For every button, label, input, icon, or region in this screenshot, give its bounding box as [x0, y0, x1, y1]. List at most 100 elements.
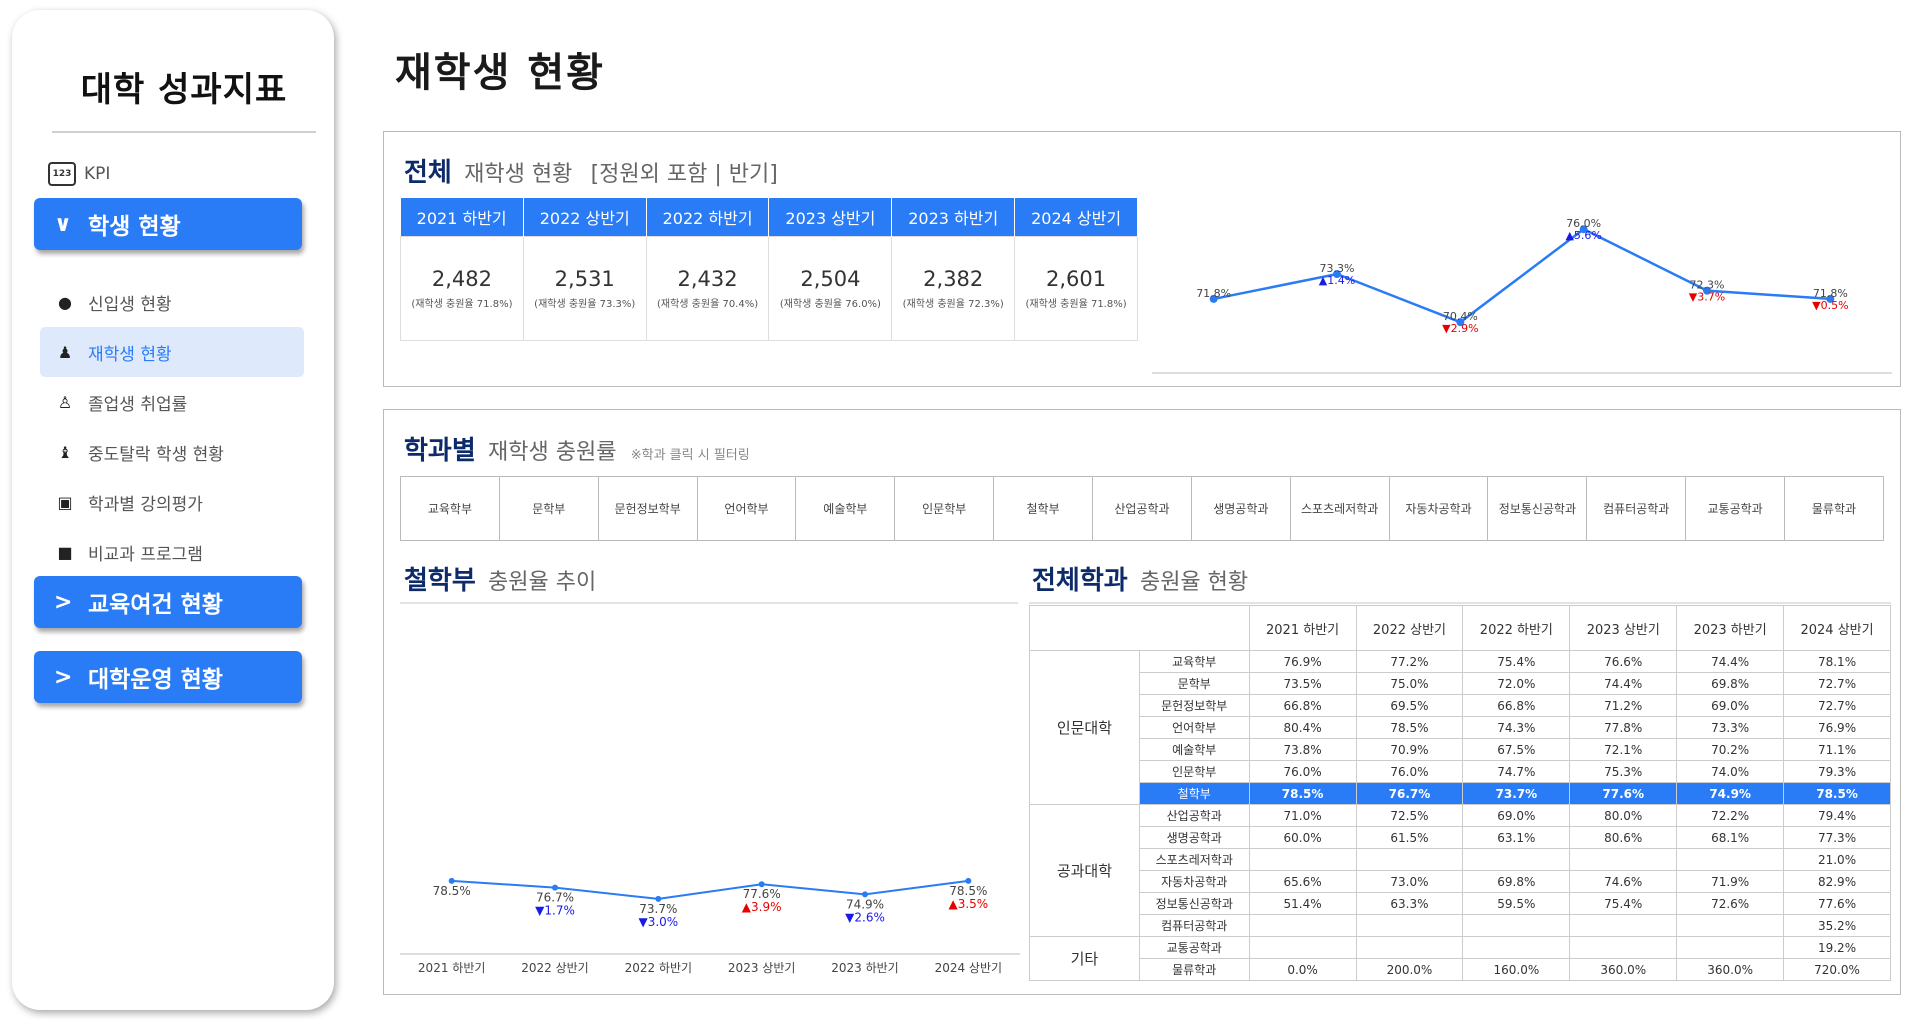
rate-cell: 72.7%: [1783, 694, 1891, 717]
rate-cell: 71.0%: [1248, 804, 1357, 827]
dept-filter-item[interactable]: 언어학부: [698, 477, 797, 540]
dept-filter-item[interactable]: 정보통신공학과: [1488, 477, 1588, 540]
dept-filter-item[interactable]: 산업공학과: [1093, 477, 1192, 540]
person-tie-icon: ♙: [57, 392, 73, 412]
title-rest: 재학생 현황: [464, 162, 573, 187]
rate-cell: 51.4%: [1248, 892, 1357, 915]
sidebar-item-lecture-eval[interactable]: ▣ 학과별 강의평가: [40, 477, 304, 527]
title-rest: 충원율 현황: [1139, 570, 1249, 595]
rate-cell: 21.0%: [1783, 848, 1891, 871]
table-row: 스포츠레저학과 21.0%: [1030, 848, 1891, 871]
dept-filter-item[interactable]: 인문학부: [895, 477, 995, 540]
rate-note: (재학생 충원율 70.4%): [657, 298, 759, 310]
rate-cell: 71.2%: [1569, 694, 1678, 717]
dept-cell: 교통공학과: [1138, 936, 1250, 959]
change-label: ▲3.5%: [948, 897, 988, 911]
rate-cell: 75.0%: [1355, 672, 1464, 695]
rate-cell: 61.5%: [1355, 826, 1464, 849]
sidebar-item-freshmen[interactable]: ● 신입생 현황: [40, 277, 304, 327]
rate-cell: 69.0%: [1462, 804, 1571, 827]
student-count: 2,382: [923, 266, 984, 291]
sidebar-item-enrolled[interactable]: ♟ 재학생 현황: [40, 327, 304, 377]
change-label: ▼0.5%: [1812, 299, 1848, 312]
data-label: 76.7%: [536, 891, 574, 905]
dept-filter-item[interactable]: 예술학부: [796, 477, 896, 540]
x-tick-label: 2023 하반기: [1673, 381, 1740, 382]
rate-cell: 35.2%: [1783, 914, 1891, 937]
rate-cell: 68.1%: [1676, 826, 1785, 849]
title-rest: 재학생 충원률: [488, 440, 617, 465]
sidebar-item-dropout[interactable]: ♝ 중도탈락 학생 현황: [40, 427, 304, 477]
rate-cell: 73.8%: [1248, 738, 1357, 761]
rate-cell: 72.6%: [1676, 892, 1785, 915]
period-header: 2024 상반기: [1014, 198, 1138, 236]
rate-cell: [1569, 936, 1678, 959]
sidebar-item-label: 재학생 현황: [88, 344, 172, 365]
college-cell: 기타: [1029, 936, 1140, 981]
rate-cell: [1248, 914, 1357, 937]
table-row: 공과대학 산업공학과 71.0% 72.5% 69.0% 80.0% 72.2% 79.4%: [1029, 804, 1891, 937]
dept-cell: 철학부: [1138, 782, 1250, 805]
rate-cell: 66.8%: [1248, 694, 1357, 717]
change-label: ▲3.9%: [742, 900, 782, 914]
period-header: 2022 상반기: [1355, 605, 1464, 651]
student-count: 2,504: [800, 266, 861, 291]
x-tick-label: 2022 하반기: [1427, 381, 1494, 382]
rate-cell: 360.0%: [1676, 958, 1785, 981]
rate-cell: 77.8%: [1569, 716, 1678, 739]
student-count: 2,531: [554, 266, 615, 291]
dept-filter-item[interactable]: 문학부: [500, 477, 599, 540]
table-row: 정보통신공학과 51.4% 63.3% 59.5% 75.4% 72.6% 77.6%: [1030, 892, 1891, 915]
rate-cell: 80.6%: [1569, 826, 1678, 849]
overview-panel: 전체 재학생 현황 [정원외 포함 | 반기] 2021 하반기 2022 상반…: [383, 131, 1901, 387]
sidebar-item-employment[interactable]: ♙ 졸업생 취업률: [40, 377, 304, 427]
dept-filter-item[interactable]: 자동차공학과: [1390, 477, 1489, 540]
menu-label: 학생 현황: [88, 214, 181, 240]
rate-cell: [1355, 848, 1464, 871]
rate-cell: 75.3%: [1569, 760, 1678, 783]
student-count: 2,482: [431, 266, 492, 291]
student-count: 2,432: [677, 266, 738, 291]
dept-trend-chart: 78.5% 2021 하반기 76.7%▼1.7% 2022 상반기 73.7%▼3.0…: [400, 877, 1020, 975]
kpi-link[interactable]: 123 KPI: [48, 162, 110, 186]
rate-cell: [1462, 936, 1571, 959]
period-header: 2023 상반기: [768, 198, 893, 236]
change-label: ▼3.7%: [1689, 291, 1725, 304]
dept-filter-item[interactable]: 철학부: [994, 477, 1094, 540]
rate-cell: 75.4%: [1569, 892, 1678, 915]
x-tick-label: 2022 상반기: [1303, 381, 1370, 382]
dept-cell: 언어학부: [1138, 716, 1250, 739]
rate-cell: 69.0%: [1676, 694, 1785, 717]
rate-cell: 74.3%: [1462, 716, 1571, 739]
rate-cell: 78.5%: [1783, 782, 1891, 805]
table-row: 자동차공학과 65.6% 73.0% 69.8% 74.6% 71.9% 82.9%: [1030, 870, 1891, 893]
book-icon: ■: [57, 542, 73, 562]
rate-cell: 76.7%: [1355, 782, 1464, 805]
dept-filter-item[interactable]: 스포츠레저학과: [1291, 477, 1390, 540]
menu-education-status[interactable]: > 교육여건 현황: [34, 576, 302, 628]
dept-filter-item[interactable]: 생명공학과: [1192, 477, 1291, 540]
menu-label: 대학운영 현황: [88, 667, 223, 693]
rate-cell: 72.5%: [1355, 804, 1464, 827]
title-rest: 충원율 추이: [488, 570, 597, 595]
dept-filter-item[interactable]: 컴퓨터공학과: [1587, 477, 1687, 540]
rate-cell: 19.2%: [1783, 936, 1891, 959]
menu-student-status[interactable]: ∨ 학생 현황: [34, 198, 302, 250]
x-tick-label: 2022 상반기: [521, 961, 588, 975]
summary-table: 2021 하반기 2022 상반기 2022 하반기 2023 상반기 2023…: [400, 198, 1138, 341]
dept-filter-item[interactable]: 교육학부: [401, 477, 500, 540]
rate-cell: 77.6%: [1783, 892, 1891, 915]
rate-cell: 65.6%: [1248, 870, 1357, 893]
menu-operation-status[interactable]: > 대학운영 현황: [34, 651, 302, 703]
rate-cell: 82.9%: [1783, 870, 1891, 893]
sidebar-item-programs[interactable]: ■ 비교과 프로그램: [40, 527, 304, 577]
rate-cell: 74.7%: [1462, 760, 1571, 783]
table-row: 생명공학과 60.0% 61.5% 63.1% 80.6% 68.1% 77.3%: [1030, 826, 1891, 849]
dept-filter-item[interactable]: 교통공학과: [1686, 477, 1786, 540]
group-icon: ♟: [57, 342, 73, 362]
rate-cell: [1355, 914, 1464, 937]
dept-filter-item[interactable]: 문헌정보학부: [599, 477, 698, 540]
title-bold: 학과별: [404, 436, 476, 466]
dept-filter-item[interactable]: 물류학과: [1785, 477, 1883, 540]
rate-cell: 76.6%: [1569, 650, 1678, 673]
